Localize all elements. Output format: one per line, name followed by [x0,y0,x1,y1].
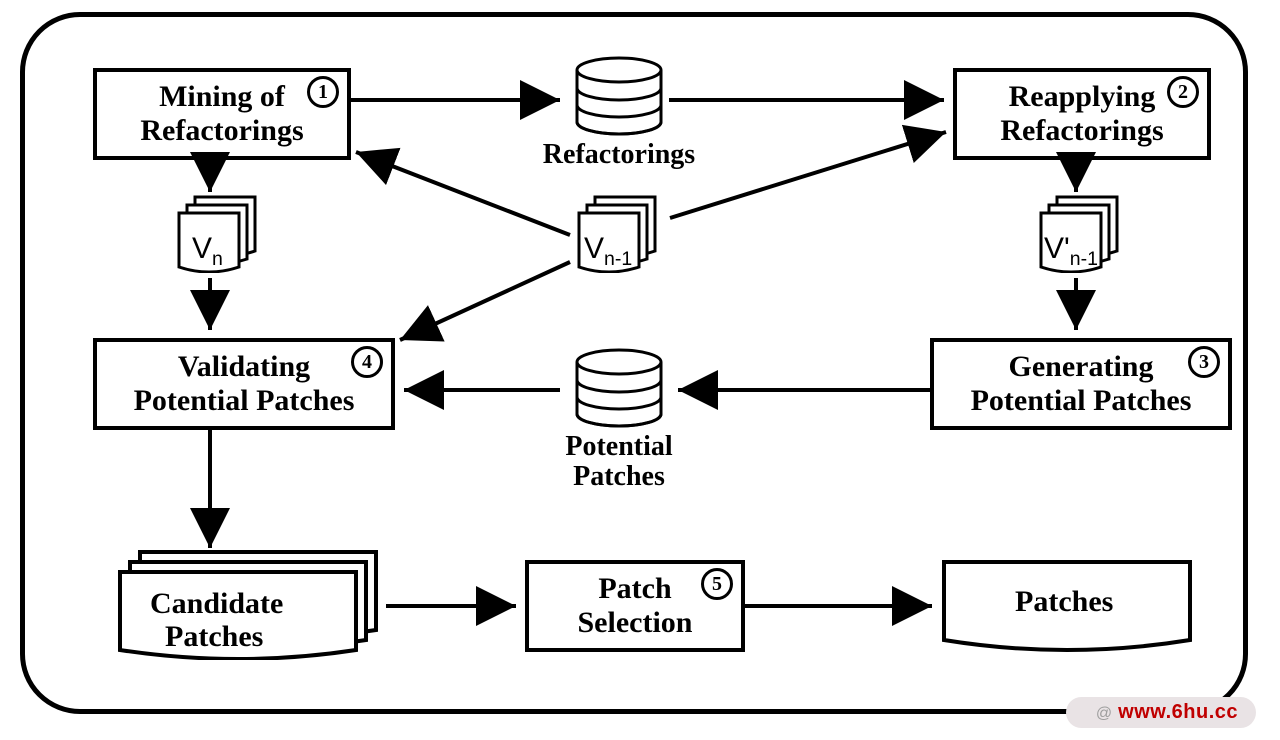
box-generating-line1: Generating [1009,350,1154,385]
db-refactorings-label: Refactorings [509,140,729,169]
box-mining: 1 Mining of Refactorings [93,68,351,160]
box-mining-line2: Refactorings [140,114,303,149]
doc-candidate-line2: Patches [165,620,263,654]
watermark-url: www.6hu.cc [1118,701,1238,724]
db-potential-patches-icon [569,348,669,428]
doc-candidate-line1: Candidate [150,587,283,621]
box-reapplying-line1: Reapplying [1009,80,1156,115]
db-potential-line2: Patches [509,462,729,491]
db-potential-line1: Potential [509,432,729,461]
watermark-at: @ [1096,705,1112,723]
box-reapplying-line2: Refactorings [1000,114,1163,149]
doc-vnp-label: V'n-1 [1044,232,1098,271]
box-mining-line1: Mining of [159,80,285,115]
box-patchsel-line2: Selection [578,606,693,641]
doc-vnm1-label: Vn-1 [584,232,632,271]
step-number-4: 4 [351,346,383,378]
step-number-3: 3 [1188,346,1220,378]
box-patch-selection: 5 Patch Selection [525,560,745,652]
box-generating: 3 Generating Potential Patches [930,338,1232,430]
step-number-2: 2 [1167,76,1199,108]
step-number-1: 1 [307,76,339,108]
box-reapplying: 2 Reapplying Refactorings [953,68,1211,160]
doc-patches-label: Patches [1015,585,1113,619]
step-number-5: 5 [701,568,733,600]
box-generating-line2: Potential Patches [971,384,1192,419]
db-refactorings-icon [569,56,669,136]
box-patchsel-line1: Patch [598,572,671,607]
box-validating-line2: Potential Patches [134,384,355,419]
doc-vn-label: Vn [192,232,223,271]
watermark: @ www.6hu.cc [1066,697,1256,728]
box-validating-line1: Validating [178,350,310,385]
box-validating: 4 Validating Potential Patches [93,338,395,430]
